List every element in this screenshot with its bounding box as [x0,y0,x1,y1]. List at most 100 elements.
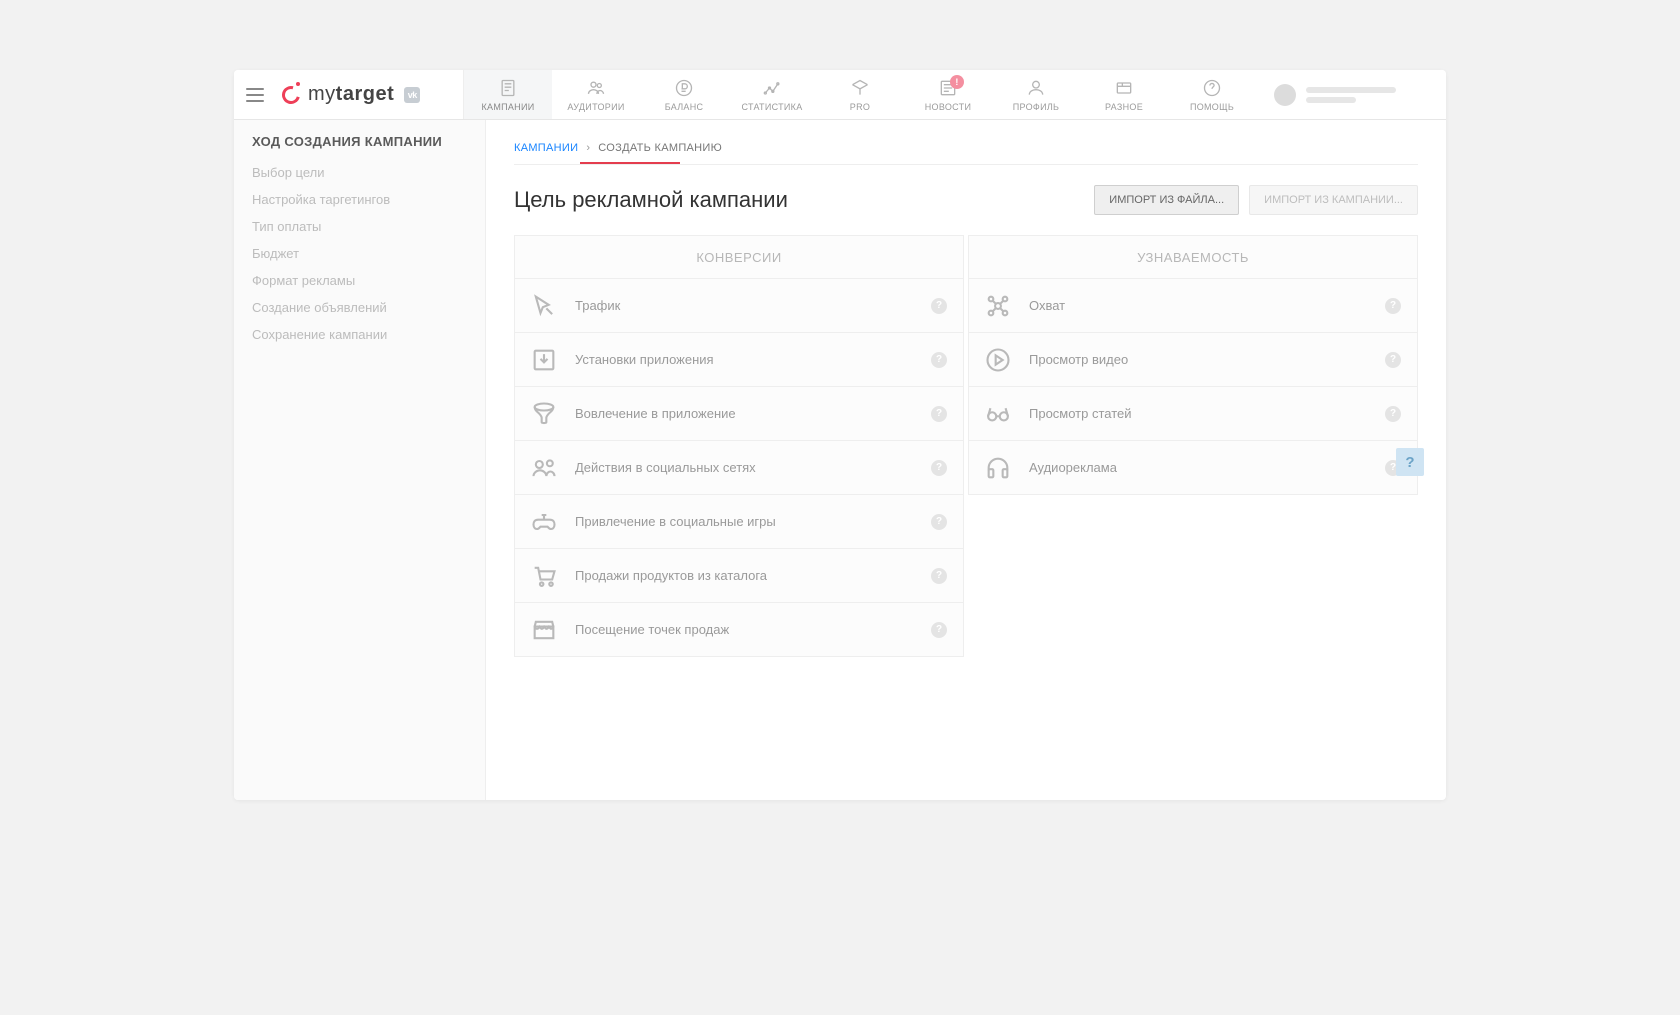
sidebar-step[interactable]: Создание объявлений [252,298,467,317]
topnav-label: КАМПАНИИ [481,102,534,112]
goal-columns: КОНВЕРСИИ Трафик ? Установки приложения [514,235,1418,657]
gamepad-icon [529,507,559,537]
sidebar-title: ХОД СОЗДАНИЯ КАМПАНИИ [252,134,467,149]
topbar-left: mytarget vk [234,70,464,119]
sidebar-step[interactable]: Бюджет [252,244,467,263]
sidebar-step[interactable]: Настройка таргетингов [252,190,467,209]
glasses-icon [983,399,1013,429]
avatar [1274,84,1296,106]
play-icon [983,345,1013,375]
goal-label: Просмотр статей [1029,406,1369,421]
hint-icon[interactable]: ? [931,568,947,584]
topnav-audiences[interactable]: АУДИТОРИИ [552,70,640,119]
topnav-profile[interactable]: ПРОФИЛЬ [992,70,1080,119]
goal-label: Действия в социальных сетях [575,460,915,475]
topnav: КАМПАНИИ АУДИТОРИИ БАЛАНС СТАТИСТИКА PRO… [464,70,1256,119]
goal-social-actions[interactable]: Действия в социальных сетях ? [514,441,964,495]
balance-icon [672,78,696,98]
misc-icon [1112,78,1136,98]
goal-label: Привлечение в социальные игры [575,514,915,529]
topnav-balance[interactable]: БАЛАНС [640,70,728,119]
breadcrumb-current: СОЗДАТЬ КАМПАНИЮ [598,142,722,154]
topnav-label: НОВОСТИ [925,102,971,112]
topnav-stats[interactable]: СТАТИСТИКА [728,70,816,119]
social-icon [529,453,559,483]
user-area[interactable] [1256,70,1446,119]
goal-label: Продажи продуктов из каталога [575,568,915,583]
hint-icon[interactable]: ? [931,514,947,530]
import-from-campaign-button[interactable]: ИМПОРТ ИЗ КАМПАНИИ... [1249,185,1418,215]
download-icon [529,345,559,375]
goal-label: Охват [1029,298,1369,313]
vk-badge: vk [404,87,420,103]
store-icon [529,615,559,645]
topnav-label: PRO [850,102,870,112]
main: КАМПАНИИ › СОЗДАТЬ КАМПАНИЮ Цель рекламн… [486,120,1446,800]
sidebar-steps: Выбор цели Настройка таргетингов Тип опл… [252,163,467,344]
goal-app-engagement[interactable]: Вовлечение в приложение ? [514,387,964,441]
floating-help-button[interactable]: ? [1396,448,1424,476]
user-placeholder [1306,87,1396,103]
topnav-label: ПРОФИЛЬ [1013,102,1060,112]
title-buttons: ИМПОРТ ИЗ ФАЙЛА... ИМПОРТ ИЗ КАМПАНИИ... [1094,185,1418,215]
body: ХОД СОЗДАНИЯ КАМПАНИИ Выбор цели Настрой… [234,120,1446,800]
goal-catalog-sales[interactable]: Продажи продуктов из каталога ? [514,549,964,603]
hint-icon[interactable]: ? [931,622,947,638]
topnav-news[interactable]: ! НОВОСТИ [904,70,992,119]
goal-store-visits[interactable]: Посещение точек продаж ? [514,603,964,657]
hint-icon[interactable]: ? [931,352,947,368]
goal-app-installs[interactable]: Установки приложения ? [514,333,964,387]
breadcrumb-root[interactable]: КАМПАНИИ [514,142,578,154]
goal-audio-ads[interactable]: Аудиореклама ? [968,441,1418,495]
hint-icon[interactable]: ? [931,406,947,422]
reach-icon [983,291,1013,321]
hint-icon[interactable]: ? [931,460,947,476]
import-from-file-button[interactable]: ИМПОРТ ИЗ ФАЙЛА... [1094,185,1239,215]
topnav-pro[interactable]: PRO [816,70,904,119]
topnav-label: АУДИТОРИИ [567,102,624,112]
goal-col-conversions: КОНВЕРСИИ Трафик ? Установки приложения [514,235,964,657]
topnav-help[interactable]: ПОМОЩЬ [1168,70,1256,119]
goal-reach[interactable]: Охват ? [968,279,1418,333]
stats-icon [760,78,784,98]
cart-icon [529,561,559,591]
hamburger-menu-icon[interactable] [246,88,264,102]
app-window: mytarget vk КАМПАНИИ АУДИТОРИИ БАЛАНС СТ… [234,70,1446,800]
hint-icon[interactable]: ? [1385,352,1401,368]
goal-label: Аудиореклама [1029,460,1369,475]
hint-icon[interactable]: ? [931,298,947,314]
cursor-click-icon [529,291,559,321]
goal-label: Трафик [575,298,915,313]
topnav-campaigns[interactable]: КАМПАНИИ [464,70,552,119]
goal-label: Просмотр видео [1029,352,1369,367]
logo-text-1: my [308,83,336,106]
hint-icon[interactable]: ? [1385,298,1401,314]
breadcrumb-underline [514,162,1418,165]
goal-label: Посещение точек продаж [575,622,915,637]
goal-col-awareness: УЗНАВАЕМОСТЬ Охват ? Просмотр видео [968,235,1418,657]
topnav-misc[interactable]: РАЗНОЕ [1080,70,1168,119]
sidebar-step[interactable]: Выбор цели [252,163,467,182]
logo[interactable]: mytarget [280,83,394,106]
goal-article-views[interactable]: Просмотр статей ? [968,387,1418,441]
goal-traffic[interactable]: Трафик ? [514,279,964,333]
goal-col-header: УЗНАВАЕМОСТЬ [968,235,1418,279]
profile-icon [1024,78,1048,98]
sidebar-step[interactable]: Тип оплаты [252,217,467,236]
sidebar: ХОД СОЗДАНИЯ КАМПАНИИ Выбор цели Настрой… [234,120,486,800]
topnav-label: СТАТИСТИКА [741,102,802,112]
topnav-label: БАЛАНС [665,102,704,112]
goal-social-games[interactable]: Привлечение в социальные игры ? [514,495,964,549]
goal-video-views[interactable]: Просмотр видео ? [968,333,1418,387]
logo-mark-icon [280,84,302,106]
audiences-icon [584,78,608,98]
sidebar-step[interactable]: Формат рекламы [252,271,467,290]
pro-icon [848,78,872,98]
funnel-icon [529,399,559,429]
goal-col-header: КОНВЕРСИИ [514,235,964,279]
breadcrumb-separator: › [586,142,590,154]
sidebar-step[interactable]: Сохранение кампании [252,325,467,344]
logo-text-2: target [336,83,395,106]
hint-icon[interactable]: ? [1385,406,1401,422]
topbar: mytarget vk КАМПАНИИ АУДИТОРИИ БАЛАНС СТ… [234,70,1446,120]
